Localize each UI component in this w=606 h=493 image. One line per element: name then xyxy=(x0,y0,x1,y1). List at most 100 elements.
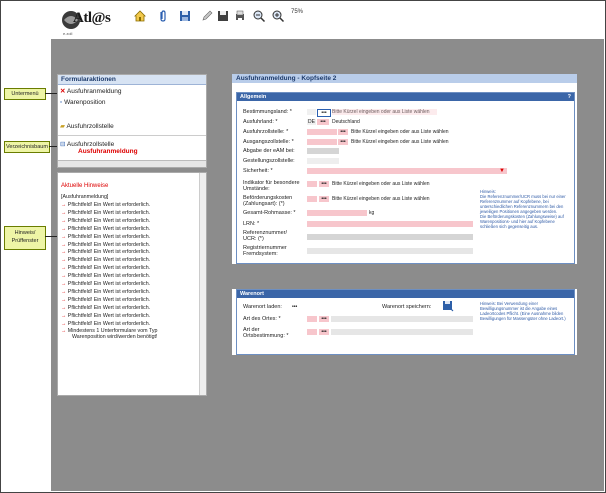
callout-submenu: Untermenü xyxy=(4,88,46,100)
label-warenort-speichern: Warenort speichern: xyxy=(382,304,432,310)
zoom-out-icon[interactable] xyxy=(252,9,266,23)
hint-item[interactable]: → Pflichtfeld! Ein Wert ist erforderlich… xyxy=(61,218,150,224)
action-ausfuhranmeldung[interactable]: ✕ Ausfuhranmeldung xyxy=(60,87,121,95)
hints-title: Aktuelle Hinweise xyxy=(61,183,109,189)
hint-item[interactable]: → Pflichtfeld! Ein Wert ist erforderlich… xyxy=(61,202,150,208)
action-warenposition[interactable]: ▫ Warenposition xyxy=(60,99,105,106)
arrow-icon: → xyxy=(61,296,67,303)
home-icon[interactable] xyxy=(133,9,147,23)
note-warenort: Hinweis: Bei Verwendung einer Bewilligun… xyxy=(480,301,566,321)
hints-scrollbar[interactable] xyxy=(199,173,206,395)
arrow-icon: → xyxy=(61,225,67,232)
tree-parent[interactable]: ⊟ Ausfuhrzollstelle xyxy=(60,140,114,148)
arrow-icon: → xyxy=(61,249,67,256)
input-lrn[interactable] xyxy=(307,221,473,227)
hint-text: Pflichtfeld! Ein Wert ist erforderlich. xyxy=(67,265,151,272)
picker-indikator[interactable]: ••• xyxy=(319,181,329,187)
hint-item[interactable]: → Pflichtfeld! Ein Wert ist erforderlich… xyxy=(61,289,150,295)
action-ausfuhrzollstelle[interactable]: ▰ Ausfuhrzollstelle xyxy=(60,122,114,130)
arrow-icon: → xyxy=(61,202,67,208)
form-actions-panel: Formularaktionen ✕ Ausfuhranmeldung ▫ Wa… xyxy=(57,74,207,168)
save-as-icon[interactable] xyxy=(216,9,230,23)
pencil-icon[interactable] xyxy=(200,9,214,23)
hint-text: Pflichtfeld! Ein Wert ist erforderlich. xyxy=(67,320,151,327)
label-indikator-2: Umstände: xyxy=(243,186,270,192)
input-ausgangszollstelle[interactable] xyxy=(307,139,337,145)
hint-item[interactable]: → Pflichtfeld! Ein Wert ist erforderlich… xyxy=(61,297,150,303)
label-ausfuhrland: Ausfuhrland: * xyxy=(243,119,278,125)
hint-item[interactable]: → Pflichtfeld! Ein Wert ist erforderlich… xyxy=(61,257,150,263)
input-ausfuhrzollstelle[interactable] xyxy=(307,129,337,135)
hint-item-last-2: Warenposition wird/werden benötigt! xyxy=(72,334,158,340)
picker-ausgangszollstelle[interactable]: ••• xyxy=(338,139,348,145)
arrow-icon: → xyxy=(61,217,67,224)
callout-tree: Verzeichnisbaum xyxy=(4,141,50,153)
save-location-icon[interactable] xyxy=(442,300,454,312)
chevron-down-icon[interactable]: ▼ xyxy=(499,168,505,174)
input-art-ortes[interactable] xyxy=(307,316,317,322)
top-toolbar: Atl@s e.zoll 75% xyxy=(1,1,605,39)
label-rohmasse: Gesamt-Rohmasse: * xyxy=(243,210,296,216)
zoom-level: 75% xyxy=(291,9,304,15)
input-befoerderung[interactable] xyxy=(307,196,317,202)
hint-text: Pflichtfeld! Ein Wert ist erforderlich. xyxy=(67,273,151,280)
hint-text: Pflichtfeld! Ein Wert ist erforderlich. xyxy=(67,241,151,248)
label-art-bestimmung-2: Ortsbestimmung: * xyxy=(243,333,289,339)
input-indikator[interactable] xyxy=(307,181,317,187)
hint-item[interactable]: → Pflichtfeld! Ein Wert ist erforderlich… xyxy=(61,234,150,240)
print-icon[interactable] xyxy=(233,9,247,23)
zoom-in-icon[interactable] xyxy=(271,9,285,23)
hint-item[interactable]: → Pflichtfeld! Ein Wert ist erforderlich… xyxy=(61,249,150,255)
save-icon[interactable] xyxy=(178,9,192,23)
picker-ausfuhrzollstelle[interactable]: ••• xyxy=(338,129,348,135)
input-art-bestimmung[interactable] xyxy=(307,329,317,335)
note-reference: Hinweis: Die Referenznummer/UCR muss bei… xyxy=(480,189,566,229)
picker-befoerderung[interactable]: ••• xyxy=(319,196,329,202)
picker-art-bestimmung[interactable]: ••• xyxy=(319,329,329,335)
input-gestellung[interactable] xyxy=(307,158,339,164)
hint-befoerderung: Bitte Kürzel eingeben oder aus Liste wäh… xyxy=(332,196,430,202)
picker-art-ortes[interactable]: ••• xyxy=(319,316,329,322)
paperclip-icon[interactable] xyxy=(156,9,170,23)
label-ausfuhrzollstelle: Ausfuhrzollstelle: * xyxy=(243,129,289,135)
hint-text: Pflichtfeld! Ein Wert ist erforderlich. xyxy=(67,257,151,264)
input-ausfuhrland-code[interactable]: DE xyxy=(307,119,316,125)
hint-indikator: Bitte Kürzel eingeben oder aus Liste wäh… xyxy=(332,181,430,187)
hint-item[interactable]: → Pflichtfeld! Ein Wert ist erforderlich… xyxy=(61,226,150,232)
hint-item[interactable]: → Pflichtfeld! Ein Wert ist erforderlich… xyxy=(61,273,150,279)
hint-item[interactable]: → Pflichtfeld! Ein Wert ist erforderlich… xyxy=(61,265,150,271)
input-reg[interactable] xyxy=(307,248,473,254)
input-bestimmungsland[interactable] xyxy=(332,109,437,115)
document-icon: ▫ xyxy=(60,99,63,106)
hint-item[interactable]: → Pflichtfeld! Ein Wert ist erforderlich… xyxy=(61,305,150,311)
warenort-form: Warenort Warenort laden: ••• Warenort sp… xyxy=(232,289,577,355)
main-form: Ausfuhranmeldung - Kopfseite 2 Allgemein… xyxy=(232,74,577,264)
select-sicherheit[interactable] xyxy=(307,168,507,174)
section-warenort-header: Warenort xyxy=(237,290,574,298)
input-bestimmungsland-code[interactable] xyxy=(307,109,316,115)
label-gestellung: Gestellungszollstelle: xyxy=(243,158,295,164)
label-lrn: LRN: * xyxy=(243,221,260,227)
hint-ausfuhrzollstelle: Bitte Kürzel eingeben oder aus Liste wäh… xyxy=(351,129,449,135)
hints-context: [Ausfuhranmeldung] xyxy=(61,194,109,200)
label-warenort-laden: Warenort laden: xyxy=(243,304,282,310)
arrow-icon: → xyxy=(61,281,67,287)
tree-child-ausfuhranmeldung[interactable]: Ausfuhranmeldung xyxy=(78,148,138,155)
hint-item[interactable]: → Pflichtfeld! Ein Wert ist erforderlich… xyxy=(61,210,150,216)
help-icon[interactable]: ? xyxy=(568,93,571,101)
warenort-laden-button[interactable]: ••• xyxy=(292,304,297,310)
hint-item[interactable]: → Pflichtfeld! Ein Wert ist erforderlich… xyxy=(61,281,150,287)
picker-bestimmungsland[interactable]: ••• xyxy=(317,109,331,117)
art-bestimmung-display xyxy=(331,329,473,335)
picker-ausfuhrland[interactable]: ••• xyxy=(317,119,329,125)
form-actions-title: Formularaktionen xyxy=(58,75,206,85)
hint-item[interactable]: → Pflichtfeld! Ein Wert ist erforderlich… xyxy=(61,313,150,319)
hint-item[interactable]: → Pflichtfeld! Ein Wert ist erforderlich… xyxy=(61,242,150,248)
section-allgemein-header: Allgemein? xyxy=(237,93,574,101)
input-abgabe xyxy=(307,148,339,154)
hint-item[interactable]: → Pflichtfeld! Ein Wert ist erforderlich… xyxy=(61,321,150,327)
input-rohmasse[interactable] xyxy=(307,210,367,216)
tree-scrollbar[interactable] xyxy=(58,160,206,167)
form-title: Ausfuhranmeldung - Kopfseite 2 xyxy=(232,74,577,83)
arrow-icon: → xyxy=(61,241,67,248)
